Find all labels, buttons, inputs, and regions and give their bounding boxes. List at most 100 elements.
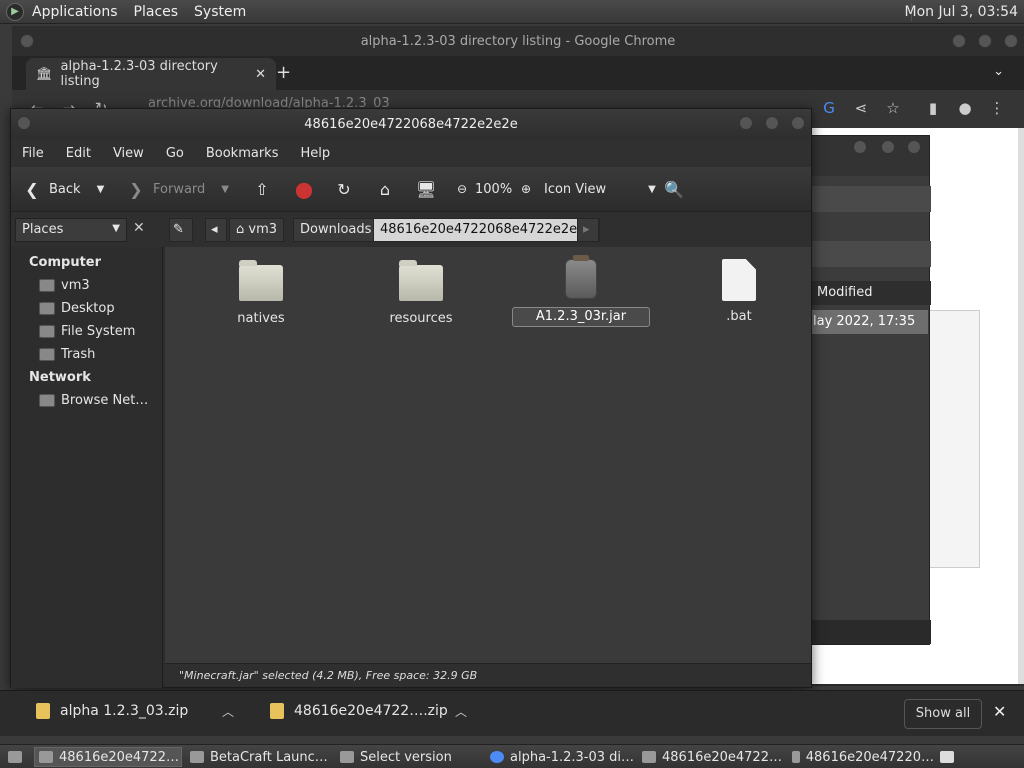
home-button[interactable]: ⌂ [374,177,396,201]
path-scroll-left-button[interactable]: ◂ [205,218,227,242]
breadcrumb-vm3[interactable]: ⌂ vm3 [229,218,285,242]
file-item-bat[interactable]: .bat [679,259,799,324]
sidebar-close-icon[interactable]: ✕ [133,220,145,236]
close-icon[interactable] [1004,34,1018,48]
search-button[interactable]: 🔍 [663,177,685,201]
page-search-field[interactable] [930,138,982,166]
reload-button[interactable]: ↻ [333,177,355,201]
file-item-label: natives [237,311,285,326]
home-folder-icon: ⌂ [236,222,245,237]
forward-history-chevron-icon[interactable]: ▼ [221,184,229,195]
selected-row-modified[interactable]: lay 2022, 17:35 [811,310,928,334]
menu-system[interactable]: System [186,4,254,20]
minimize-icon[interactable] [739,116,753,130]
sidebar-item-desktop[interactable]: Desktop [39,301,115,316]
sidebar-item-label: Browse Net… [61,393,149,408]
chrome-tab-title: alpha-1.2.3-03 directory listing [60,59,218,89]
menu-places[interactable]: Places [126,4,187,20]
zoom-out-button[interactable]: ⊖ [451,177,473,201]
chrome-window-title: alpha-1.2.3-03 directory listing - Googl… [360,33,676,49]
task-item[interactable]: 48616e20e4722… [34,747,182,767]
breadcrumb-current[interactable]: 48616e20e4722068e4722e2e2e [373,218,601,242]
chrome-tab[interactable]: 🏛 alpha-1.2.3-03 directory listing ✕ [26,58,276,90]
sidebar-heading-computer: Computer [29,255,102,270]
menu-file[interactable]: File [11,146,55,161]
reload-icon: ↻ [337,179,351,199]
workspace-switcher-icon[interactable] [936,747,958,767]
computer-button[interactable]: 🖥 [415,177,437,201]
up-arrow-icon: ⇧ [255,179,269,199]
maximize-icon[interactable] [765,116,779,130]
menu-help[interactable]: Help [289,146,341,161]
workspace-icon [940,751,954,763]
background-toolbar [811,186,931,212]
menu-edit[interactable]: Edit [55,146,102,161]
tab-close-icon[interactable]: ✕ [255,67,266,82]
menu-view[interactable]: View [102,146,155,161]
chrome-icon [490,751,504,763]
path-scroll-right-button[interactable]: ▸ [577,218,599,242]
tab-search-chevron-icon[interactable]: ⌄ [993,64,1004,79]
close-icon[interactable] [907,140,921,154]
profile-avatar-icon[interactable]: ● [956,99,974,117]
sidebar-item-trash[interactable]: Trash [39,347,95,362]
status-bar: "Minecraft.jar" selected (4.2 MB), Free … [165,663,811,687]
sidepanel-icon[interactable]: ▮ [924,99,942,117]
task-item[interactable]: alpha-1.2.3-03 di… [486,747,636,767]
close-icon[interactable] [791,116,805,130]
show-desktop-button[interactable] [4,747,26,767]
edit-location-button[interactable]: ✎ [169,218,193,242]
menu-go[interactable]: Go [155,146,195,161]
minimize-icon[interactable] [853,140,867,154]
close-icon[interactable]: ✕ [993,702,1006,721]
share-icon[interactable]: ⋖ [852,99,870,117]
maximize-icon[interactable] [978,34,992,48]
stop-button[interactable]: ⬤ [293,177,315,201]
window-menu-icon[interactable] [20,34,34,48]
bookmark-star-icon[interactable]: ☆ [884,99,902,117]
file-item-resources[interactable]: resources [361,260,481,326]
download-item[interactable]: 48616e20e4722….zip [270,703,448,719]
sidebar-item-vm3[interactable]: vm3 [39,278,90,293]
menu-bookmarks[interactable]: Bookmarks [195,146,290,161]
chevron-up-icon[interactable]: ︿ [222,703,234,720]
zoom-in-button[interactable]: ⊕ [515,177,537,201]
file-manager-window: 48616e20e4722068e4722e2e2e File Edit Vie… [10,108,812,688]
task-item[interactable]: Select version [336,747,482,767]
clock[interactable]: Mon Jul 3, 03:54 [905,4,1018,20]
maximize-icon[interactable] [881,140,895,154]
chrome-scrollbar[interactable] [1018,128,1024,684]
chevron-up-icon[interactable]: ︿ [455,703,467,720]
download-item[interactable]: alpha 1.2.3_03.zip [36,703,188,719]
file-item-natives[interactable]: natives [201,260,321,326]
task-item[interactable]: BetaCraft Launc… [186,747,332,767]
back-history-chevron-icon[interactable]: ▼ [97,184,105,195]
sidebar-item-browse-network[interactable]: Browse Net… [39,393,148,408]
file-item-jar[interactable]: A1.2.3_03r.jar [511,255,651,327]
back-button[interactable]: ❮ Back ▼ [21,177,104,201]
menubar: File Edit View Go Bookmarks Help [11,139,811,167]
file-icon-view[interactable]: natives resources A1.2.3_03r.jar .bat [165,247,811,663]
up-button[interactable]: ⇧ [251,177,273,201]
sidebar-mode-select[interactable]: Places ▼ [15,218,127,242]
chrome-menu-icon[interactable]: ⋮ [988,99,1006,117]
task-item[interactable]: 48616e20e4722… [638,747,784,767]
distro-logo-icon[interactable]: ▶ [6,2,24,21]
breadcrumb-downloads[interactable]: Downloads [293,218,379,242]
rename-input[interactable]: A1.2.3_03r.jar [512,307,650,327]
minimize-icon[interactable] [952,34,966,48]
download-item-label: 48616e20e4722….zip [294,703,448,719]
view-mode-select[interactable]: Icon View ▼ [544,177,656,201]
chevron-left-icon: ◂ [211,222,218,237]
menu-applications[interactable]: Applications [24,4,126,20]
sidebar-item-file-system[interactable]: File System [39,324,135,339]
zoom-level[interactable]: 100% [475,177,512,201]
window-menu-icon[interactable] [17,116,31,130]
forward-button[interactable]: ❯ Forward ▼ [125,177,229,201]
modified-column-header[interactable]: Modified [811,281,931,305]
task-item[interactable]: 48616e20e47220… [788,747,934,767]
show-all-button[interactable]: Show all [904,699,982,729]
google-icon[interactable]: G [820,99,838,117]
places-sidebar: Computer vm3 Desktop File System Trash N… [11,247,163,688]
new-tab-icon[interactable]: + [276,62,291,83]
